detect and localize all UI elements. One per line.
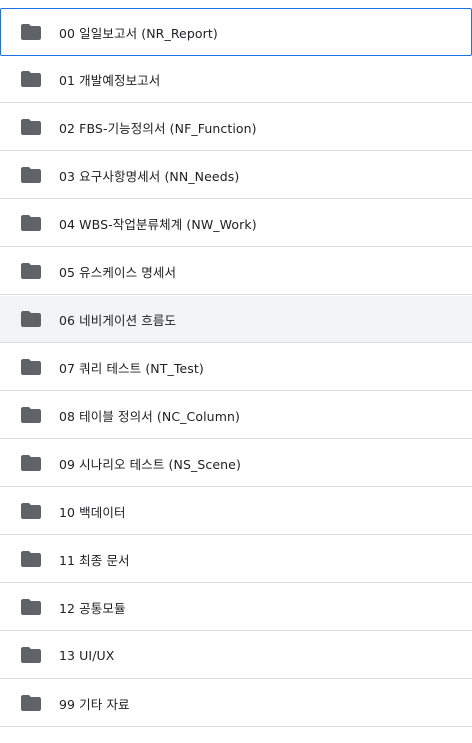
- folder-label: 99 기타 자료: [59, 696, 130, 712]
- folder-row-11[interactable]: 11 최종 문서: [0, 536, 472, 583]
- folder-label: 00 일일보고서 (NR_Report): [59, 25, 218, 41]
- folder-label: 08 테이블 정의서 (NC_Column): [59, 408, 240, 424]
- folder-list: 00 일일보고서 (NR_Report) 01 개발예정보고서 02 FBS-기…: [0, 0, 472, 743]
- folder-icon: [21, 359, 41, 375]
- folder-label: 07 쿼리 테스트 (NT_Test): [59, 360, 204, 376]
- folder-icon: [21, 24, 41, 40]
- folder-label: 06 네비게이션 흐름도: [59, 312, 177, 328]
- folder-label: 13 UI/UX: [59, 647, 115, 663]
- folder-row-99[interactable]: 99 기타 자료: [0, 680, 472, 727]
- folder-icon: [21, 647, 41, 663]
- folder-row-10[interactable]: 10 백데이터: [0, 488, 472, 535]
- folder-row-09[interactable]: 09 시나리오 테스트 (NS_Scene): [0, 440, 472, 487]
- folder-label: 11 최종 문서: [59, 552, 130, 568]
- folder-icon: [21, 503, 41, 519]
- folder-icon: [21, 71, 41, 87]
- folder-icon: [21, 311, 41, 327]
- folder-icon: [21, 599, 41, 615]
- folder-row-03[interactable]: 03 요구사항명세서 (NN_Needs): [0, 152, 472, 199]
- folder-row-13[interactable]: 13 UI/UX: [0, 632, 472, 679]
- folder-row-07[interactable]: 07 쿼리 테스트 (NT_Test): [0, 344, 472, 391]
- folder-label: 12 공통모듈: [59, 600, 126, 616]
- folder-label: 03 요구사항명세서 (NN_Needs): [59, 168, 240, 184]
- folder-row-08[interactable]: 08 테이블 정의서 (NC_Column): [0, 392, 472, 439]
- folder-icon: [21, 695, 41, 711]
- folder-icon: [21, 455, 41, 471]
- folder-row-02[interactable]: 02 FBS-기능정의서 (NF_Function): [0, 104, 472, 151]
- folder-label: 02 FBS-기능정의서 (NF_Function): [59, 120, 257, 136]
- folder-icon: [21, 551, 41, 567]
- folder-label: 04 WBS-작업분류체계 (NW_Work): [59, 216, 257, 232]
- folder-icon: [21, 215, 41, 231]
- folder-row-06[interactable]: 06 네비게이션 흐름도: [0, 296, 472, 343]
- folder-icon: [21, 167, 41, 183]
- folder-label: 10 백데이터: [59, 504, 126, 520]
- folder-icon: [21, 119, 41, 135]
- folder-label: 09 시나리오 테스트 (NS_Scene): [59, 456, 241, 472]
- folder-row-05[interactable]: 05 유스케이스 명세서: [0, 248, 472, 295]
- folder-row-04[interactable]: 04 WBS-작업분류체계 (NW_Work): [0, 200, 472, 247]
- folder-icon: [21, 407, 41, 423]
- folder-row-00[interactable]: 00 일일보고서 (NR_Report): [0, 8, 472, 56]
- folder-row-12[interactable]: 12 공통모듈: [0, 584, 472, 631]
- folder-label: 01 개발예정보고서: [59, 72, 161, 88]
- folder-label: 05 유스케이스 명세서: [59, 264, 177, 280]
- folder-row-01[interactable]: 01 개발예정보고서: [0, 56, 472, 103]
- folder-icon: [21, 263, 41, 279]
